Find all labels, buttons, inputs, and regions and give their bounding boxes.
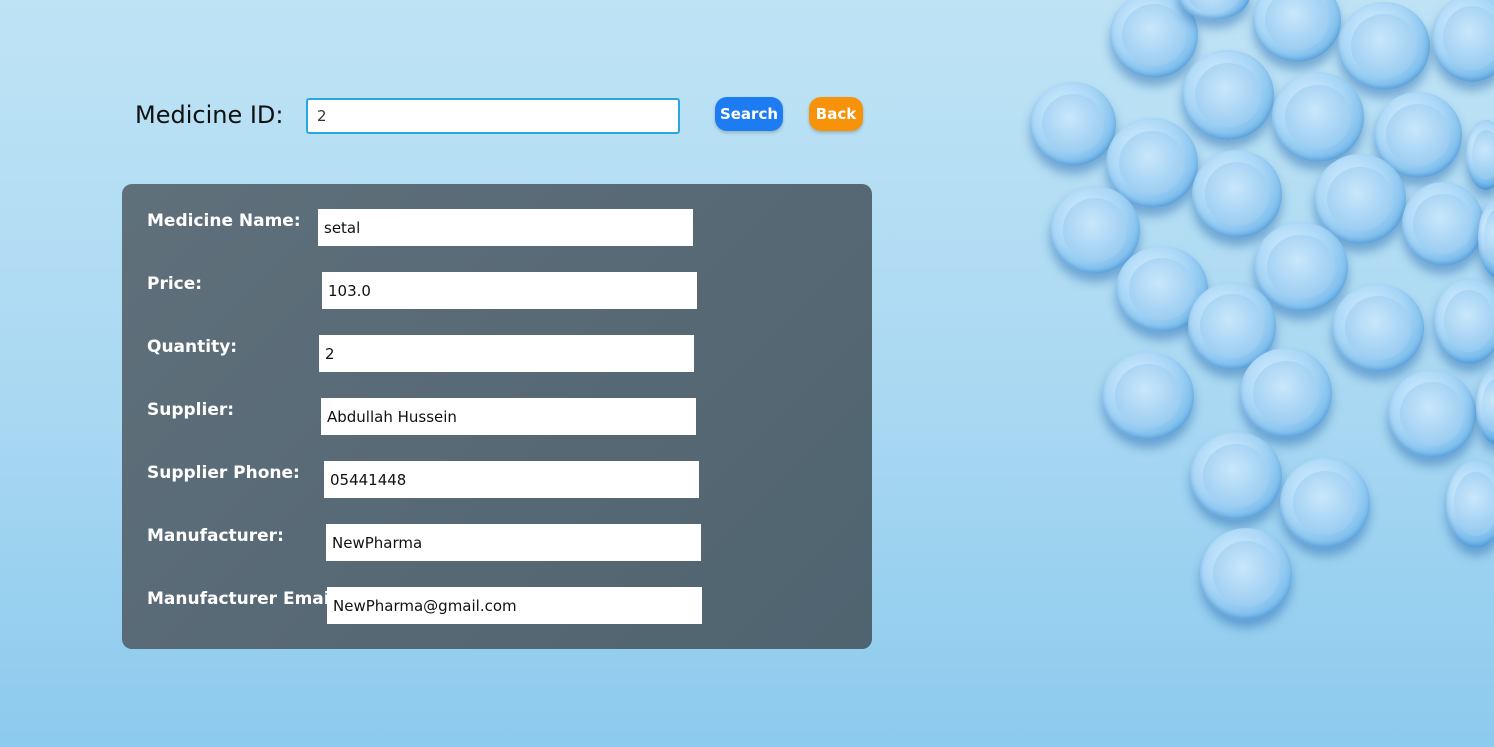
quantity-label: Quantity: [147,337,238,357]
medicine-name-label: Medicine Name: [147,211,301,231]
medicine-id-input[interactable] [306,98,680,134]
supplier-label: Supplier: [147,400,235,420]
price-field[interactable] [322,272,697,309]
medicine-name-field[interactable] [318,209,693,246]
supplier-field[interactable] [321,398,696,435]
supplier-phone-field[interactable] [324,461,699,498]
medicine-id-label: Medicine ID: [135,101,284,129]
price-label: Price: [147,274,203,294]
back-button[interactable]: Back [809,97,863,131]
manufacturer-email-label: Manufacturer Email: [147,589,343,609]
background-pills-image [1000,0,1494,747]
quantity-field[interactable] [319,335,694,372]
supplier-phone-label: Supplier Phone: [147,463,300,483]
manufacturer-email-field[interactable] [327,587,702,624]
manufacturer-field[interactable] [326,524,701,561]
manufacturer-label: Manufacturer: [147,526,284,546]
search-button[interactable]: Search [715,97,783,131]
